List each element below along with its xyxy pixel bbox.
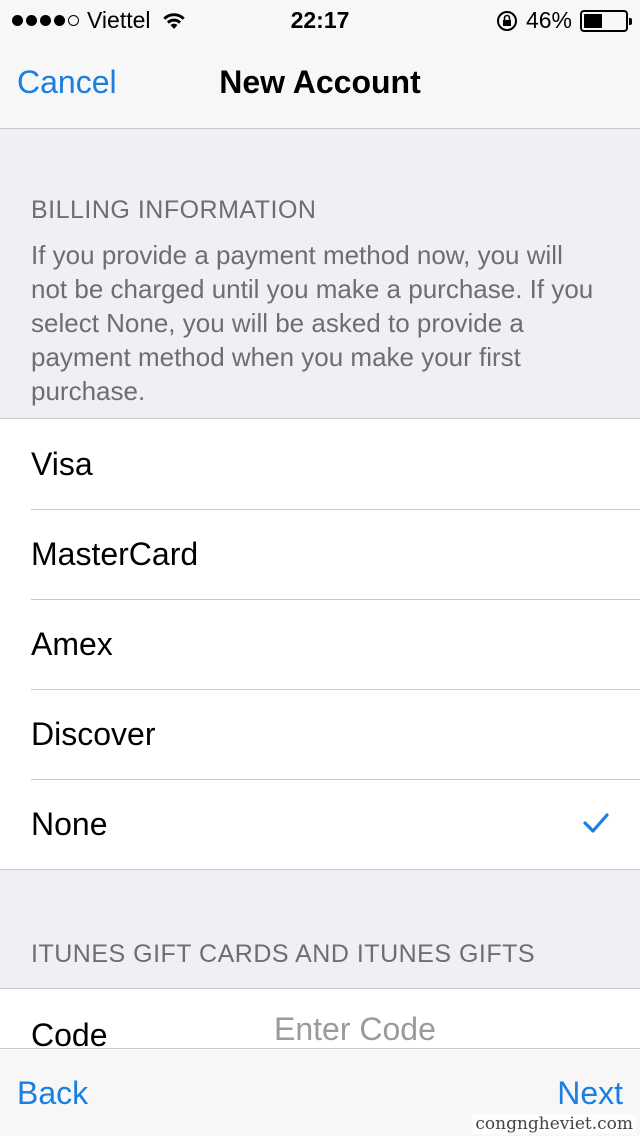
next-button[interactable]: Next	[557, 1075, 623, 1112]
battery-icon	[580, 9, 632, 32]
gift-section-header: ITUNES GIFT CARDS AND ITUNES GIFTS	[31, 940, 536, 968]
watermark: congngheviet.com	[472, 1114, 636, 1134]
status-bar: Viettel 22:17 46%	[0, 0, 640, 40]
payment-option-label: MasterCard	[31, 536, 199, 572]
payment-option-label: None	[31, 806, 108, 842]
payment-option-none[interactable]: None	[0, 779, 640, 869]
billing-description: If you provide a payment method now, you…	[31, 240, 594, 406]
code-label: Code	[31, 1017, 108, 1048]
billing-section-header: BILLING INFORMATION	[31, 196, 317, 224]
payment-option-amex[interactable]: Amex	[0, 599, 640, 689]
payment-option-visa[interactable]: Visa	[0, 419, 640, 509]
payment-option-label: Visa	[31, 446, 93, 482]
payment-method-list: Visa MasterCard Amex Discover None	[0, 418, 640, 870]
payment-option-label: Discover	[31, 716, 156, 752]
page-title: New Account	[219, 64, 421, 100]
battery-percent: 46%	[525, 7, 572, 33]
rotation-lock-icon	[496, 10, 517, 31]
battery-level	[584, 13, 603, 28]
gift-code-row: Code	[0, 988, 640, 1048]
status-right: 46%	[496, 7, 632, 34]
payment-option-discover[interactable]: Discover	[0, 689, 640, 779]
payment-option-label: Amex	[31, 626, 113, 662]
back-button[interactable]: Back	[17, 1075, 88, 1112]
checkmark-icon	[583, 813, 609, 833]
payment-option-mastercard[interactable]: MasterCard	[0, 509, 640, 599]
navigation-bar: Cancel New Account	[0, 40, 640, 129]
gift-code-input[interactable]	[274, 1007, 614, 1048]
